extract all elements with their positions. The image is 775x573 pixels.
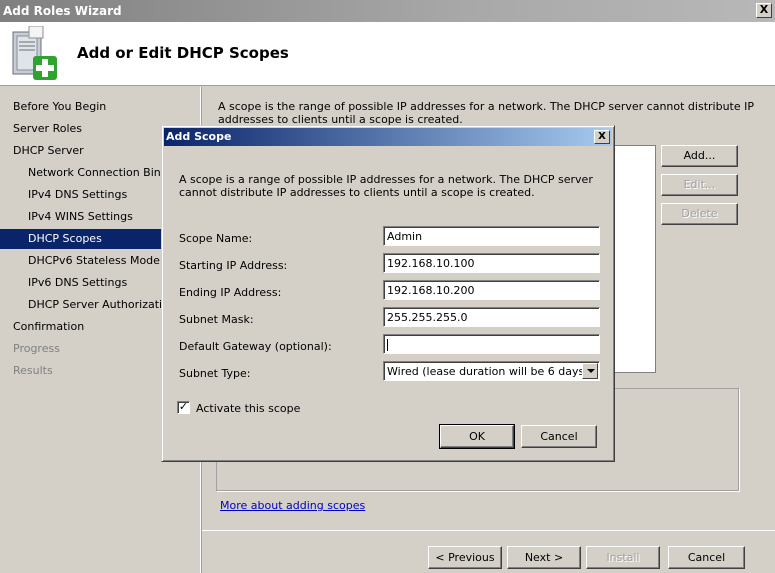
end-ip-input[interactable]: 192.168.10.200 xyxy=(383,280,600,300)
start-ip-input[interactable]: 192.168.10.100 xyxy=(383,253,600,273)
wizard-header: Add or Edit DHCP Scopes xyxy=(0,22,775,86)
dialog-ok-button[interactable]: OK xyxy=(439,424,515,449)
more-about-scopes-link[interactable]: More about adding scopes xyxy=(220,499,365,512)
gateway-label: Default Gateway (optional): xyxy=(179,340,332,353)
delete-scope-button: Delete xyxy=(661,203,738,225)
dialog-title: Add Scope xyxy=(166,130,232,143)
next-button[interactable]: Next > xyxy=(507,546,581,569)
add-scope-button[interactable]: Add... xyxy=(661,145,738,167)
footer-divider xyxy=(202,530,775,531)
scope-name-input[interactable]: Admin xyxy=(383,226,600,246)
gateway-input[interactable] xyxy=(383,334,600,354)
dialog-cancel-button[interactable]: Cancel xyxy=(521,425,597,448)
cancel-button[interactable]: Cancel xyxy=(668,546,745,569)
main-description: A scope is the range of possible IP addr… xyxy=(218,100,754,126)
nav-item-before-you-begin[interactable]: Before You Begin xyxy=(13,97,201,117)
activate-scope-checkbox[interactable]: ✓ xyxy=(177,401,190,414)
subnet-mask-label: Subnet Mask: xyxy=(179,313,254,326)
previous-button[interactable]: < Previous xyxy=(428,546,502,569)
install-button: Install xyxy=(586,546,660,569)
subnet-type-label: Subnet Type: xyxy=(179,367,251,380)
window-close-button[interactable]: X xyxy=(756,3,772,18)
dialog-close-button[interactable]: X xyxy=(594,130,610,144)
start-ip-label: Starting IP Address: xyxy=(179,259,288,272)
chevron-down-icon[interactable] xyxy=(582,363,598,379)
window-title: Add Roles Wizard xyxy=(3,4,122,18)
server-add-icon xyxy=(12,26,57,80)
window-titlebar[interactable]: Add Roles Wizard X xyxy=(0,0,775,22)
scope-name-label: Scope Name: xyxy=(179,232,253,245)
add-scope-dialog: Add Scope X A scope is a range of possib… xyxy=(161,125,615,462)
subnet-type-value: Wired (lease duration will be 6 days) xyxy=(387,365,589,378)
text-caret xyxy=(387,339,388,351)
page-title: Add or Edit DHCP Scopes xyxy=(77,44,289,62)
activate-scope-label[interactable]: Activate this scope xyxy=(196,402,300,415)
end-ip-label: Ending IP Address: xyxy=(179,286,282,299)
subnet-type-select[interactable]: Wired (lease duration will be 6 days) xyxy=(383,361,600,381)
edit-scope-button: Edit... xyxy=(661,174,738,196)
dialog-titlebar[interactable]: Add Scope X xyxy=(164,128,612,146)
subnet-mask-input[interactable]: 255.255.255.0 xyxy=(383,307,600,327)
dialog-description: A scope is a range of possible IP addres… xyxy=(179,173,593,199)
